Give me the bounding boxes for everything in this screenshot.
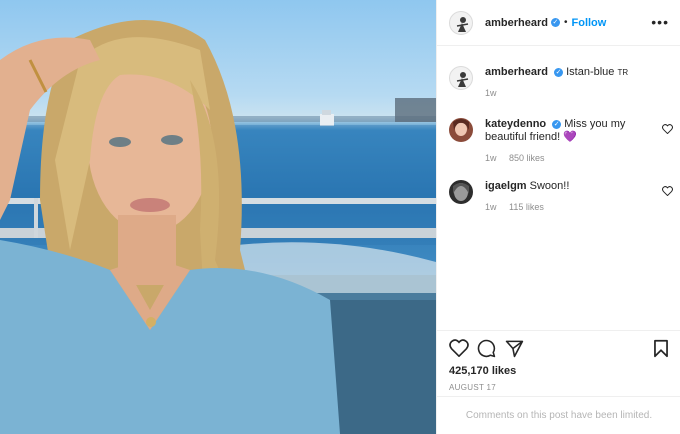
verified-badge-icon: ✓ (554, 68, 564, 77)
share-icon[interactable] (505, 339, 524, 358)
comment-time[interactable]: 1w (485, 153, 497, 163)
caption-item: amberheard ✓ Istan-blue TR 1w (449, 66, 673, 106)
comment-likes[interactable]: 115 likes (509, 202, 544, 212)
verified-badge-icon: ✓ (550, 18, 560, 27)
more-options-icon[interactable]: ••• (651, 15, 669, 29)
comments-limited-notice: Comments on this post have been limited. (437, 396, 680, 434)
caption-location[interactable]: TR (617, 68, 628, 77)
author-username[interactable]: amberheard (485, 17, 548, 29)
comment-username[interactable]: kateydenno (485, 118, 546, 130)
post-header: amberheard ✓ • Follow ••• (437, 0, 680, 46)
caption-avatar-illustration (456, 72, 469, 87)
comment-username[interactable]: igaelgm (485, 180, 527, 192)
comment-meta: 1w 850 likes (485, 152, 645, 165)
post-side-panel: amberheard ✓ • Follow ••• amberheard ✓ I… (436, 0, 680, 434)
post-photo[interactable] (0, 0, 436, 434)
caption-body: amberheard ✓ Istan-blue TR 1w (485, 66, 645, 100)
commenter-avatar-illustration (449, 180, 473, 204)
comment-item: kateydenno ✓ Miss you my beautiful frien… (449, 118, 673, 168)
bookmark-icon[interactable] (653, 339, 669, 358)
caption-text: Istan-blue (566, 66, 615, 78)
caption-avatar[interactable] (449, 66, 473, 90)
follow-button[interactable]: Follow (572, 17, 607, 29)
likes-count[interactable]: 425,170 likes (449, 365, 516, 377)
verified-badge-icon: ✓ (552, 120, 562, 129)
caption-time[interactable]: 1w (485, 88, 497, 98)
commenter-avatar[interactable] (449, 118, 473, 142)
commenter-avatar[interactable] (449, 180, 473, 204)
purple-heart-emoji: 💜 (563, 131, 577, 143)
comment-meta: 1w 115 likes (485, 201, 645, 214)
comment-body: kateydenno ✓ Miss you my beautiful frien… (485, 118, 645, 165)
comment-like-heart-icon[interactable] (662, 186, 673, 196)
header-separator: • (563, 17, 568, 28)
comment-text: Swoon!! (529, 180, 570, 192)
caption-username[interactable]: amberheard (485, 66, 548, 78)
comment-item: igaelgm Swoon!! 1w 115 likes (449, 180, 673, 220)
comment-body: igaelgm Swoon!! 1w 115 likes (485, 180, 645, 214)
post-date[interactable]: AUGUST 17 (449, 383, 496, 392)
comment-icon[interactable] (477, 339, 496, 358)
comment-likes[interactable]: 850 likes (509, 153, 545, 163)
comment-like-heart-icon[interactable] (662, 124, 673, 134)
photo-illustration (0, 20, 436, 434)
comments-section: amberheard ✓ Istan-blue TR 1w kateydenno (437, 46, 680, 330)
author-avatar[interactable] (449, 10, 473, 35)
heart-icon[interactable] (449, 339, 469, 357)
comment-time[interactable]: 1w (485, 202, 497, 212)
commenter-avatar-illustration (449, 118, 473, 142)
caption-meta: 1w (485, 87, 645, 100)
post-actions: 425,170 likes AUGUST 17 (437, 330, 680, 394)
avatar-illustration (456, 16, 469, 32)
